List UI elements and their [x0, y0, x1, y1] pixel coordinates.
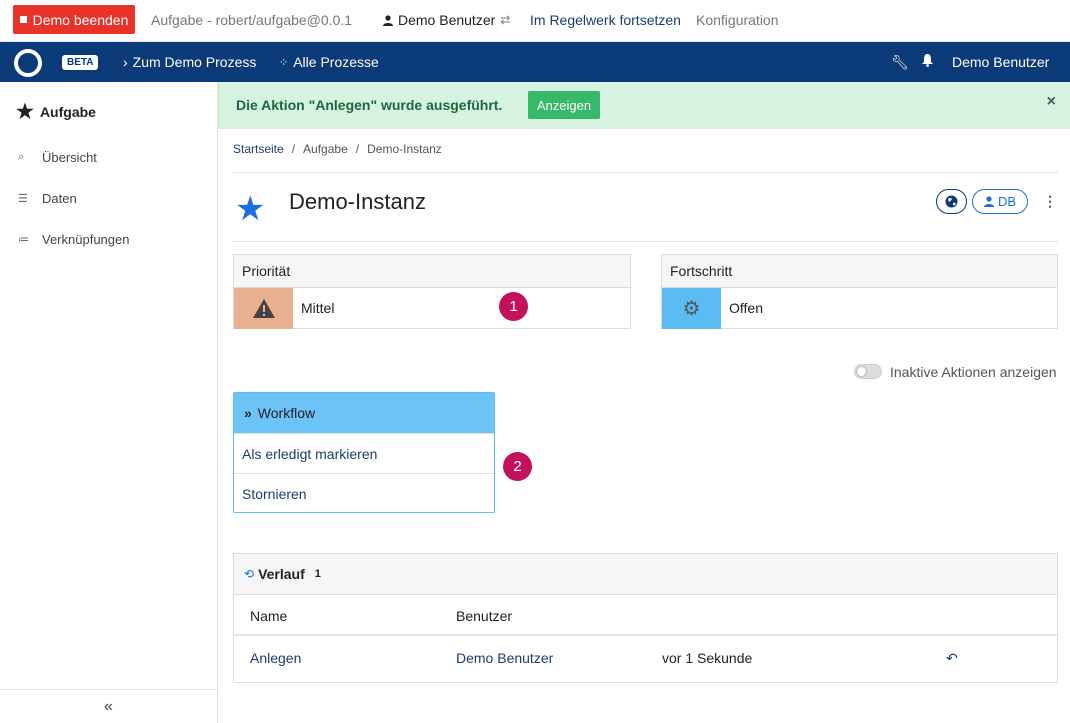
inactive-actions-toggle[interactable]: [854, 364, 882, 379]
breadcrumb: Startseite / Aufgabe / Demo-Instanz: [233, 142, 442, 156]
main-navbar: BETA › Zum Demo Prozess ⁘ Alle Prozesse …: [0, 42, 1070, 82]
configuration-link[interactable]: Konfiguration: [696, 12, 779, 28]
inactive-actions-label: Inaktive Aktionen anzeigen: [890, 364, 1057, 380]
history-icon: ⟲: [244, 567, 255, 581]
demo-bar: Demo beenden Aufgabe - robert/aufgabe@0.…: [0, 0, 1070, 42]
to-demo-process-link[interactable]: › Zum Demo Prozess: [123, 54, 256, 70]
bell-icon[interactable]: [922, 54, 933, 70]
sidebar-item-data[interactable]: ☰ Daten: [18, 191, 77, 206]
star-icon: ★: [235, 190, 266, 228]
sidebar-collapse-button[interactable]: «: [0, 689, 217, 723]
all-processes-link[interactable]: ⁘ Alle Prozesse: [279, 54, 379, 70]
sidebar-item-links[interactable]: ≔ Verknüpfungen: [18, 232, 129, 247]
workflow-panel: » Workflow Als erledigt markieren Storni…: [233, 392, 495, 513]
step-badge: 1: [499, 292, 528, 321]
demo-end-button[interactable]: Demo beenden: [13, 5, 135, 34]
sidebar-item-overview[interactable]: ⌕ Übersicht: [18, 150, 97, 165]
links-icon: ≔: [18, 234, 29, 246]
demo-user-switch[interactable]: Demo Benutzer ⇄: [383, 12, 510, 28]
history-count: 1: [314, 568, 321, 580]
breadcrumb-home[interactable]: Startseite: [233, 142, 284, 156]
swap-icon: ⇄: [500, 13, 511, 27]
priority-value: Mittel: [301, 300, 335, 316]
close-icon[interactable]: ×: [1047, 93, 1056, 111]
list-icon: ☰: [18, 193, 28, 205]
owner-badge[interactable]: DB: [972, 189, 1028, 214]
star-icon: ★: [16, 101, 34, 123]
step-badge: 2: [503, 452, 532, 481]
more-options-icon[interactable]: ⋮: [1043, 193, 1057, 210]
gear-icon: ⚙: [662, 288, 721, 329]
globe-icon[interactable]: [936, 189, 967, 214]
mark-done-action[interactable]: Als erledigt markieren: [234, 433, 494, 473]
user-icon: [383, 14, 393, 26]
progress-header: Fortschritt: [662, 255, 1057, 288]
history-panel: ⟲ Verlauf 1 Name Benutzer Anlegen Demo B…: [233, 553, 1058, 683]
divider: [233, 241, 1058, 242]
wrench-icon[interactable]: 🔧︎: [891, 54, 909, 71]
column-user: Benutzer: [456, 608, 513, 624]
task-version-link[interactable]: Aufgabe - robert/aufgabe@0.0.1: [151, 12, 352, 28]
page-title: Demo-Instanz: [289, 189, 426, 214]
sidebar: ★ Aufgabe ⌕ Übersicht ☰ Daten ≔ Verknüpf…: [0, 82, 218, 723]
user-menu[interactable]: Demo Benutzer: [952, 54, 1049, 70]
progress-value: Offen: [729, 300, 763, 316]
sidebar-title: ★ Aufgabe: [16, 101, 96, 123]
success-alert: Die Aktion "Anlegen" wurde ausgeführt. A…: [218, 82, 1070, 129]
beta-badge: BETA: [62, 55, 99, 70]
chevron-right-icon: ›: [123, 54, 128, 70]
search-icon: ⌕: [18, 151, 25, 163]
progress-card: Fortschritt ⚙ Offen: [661, 254, 1058, 329]
continue-in-rules-link[interactable]: Im Regelwerk fortsetzen: [530, 12, 681, 28]
grid-icon: ⁘: [279, 56, 289, 69]
table-row: Anlegen Demo Benutzer vor 1 Sekunde ↶: [234, 636, 1057, 682]
warning-icon: [234, 288, 293, 329]
user-icon: [983, 196, 994, 207]
priority-card: Priorität Mittel: [233, 254, 631, 329]
history-user-link[interactable]: Demo Benutzer: [456, 650, 553, 666]
breadcrumb-current: Demo-Instanz: [367, 142, 442, 156]
history-action-link[interactable]: Anlegen: [250, 650, 301, 666]
cancel-action[interactable]: Stornieren: [234, 473, 494, 513]
history-columns: Name Benutzer: [234, 595, 1057, 636]
alert-message: Die Aktion "Anlegen" wurde ausgeführt.: [236, 97, 503, 113]
priority-header: Priorität: [234, 255, 630, 288]
column-name: Name: [250, 608, 288, 624]
workflow-header: » Workflow: [234, 393, 494, 433]
history-header: ⟲ Verlauf 1: [234, 554, 1057, 595]
logo-icon[interactable]: [14, 49, 42, 77]
double-chevron-icon: »: [244, 405, 252, 421]
undo-icon[interactable]: ↶: [946, 650, 958, 667]
stop-icon: [19, 16, 27, 23]
divider: [233, 172, 1058, 173]
breadcrumb-task[interactable]: Aufgabe: [303, 142, 348, 156]
show-button[interactable]: Anzeigen: [528, 91, 600, 119]
history-time: vor 1 Sekunde: [662, 650, 753, 666]
